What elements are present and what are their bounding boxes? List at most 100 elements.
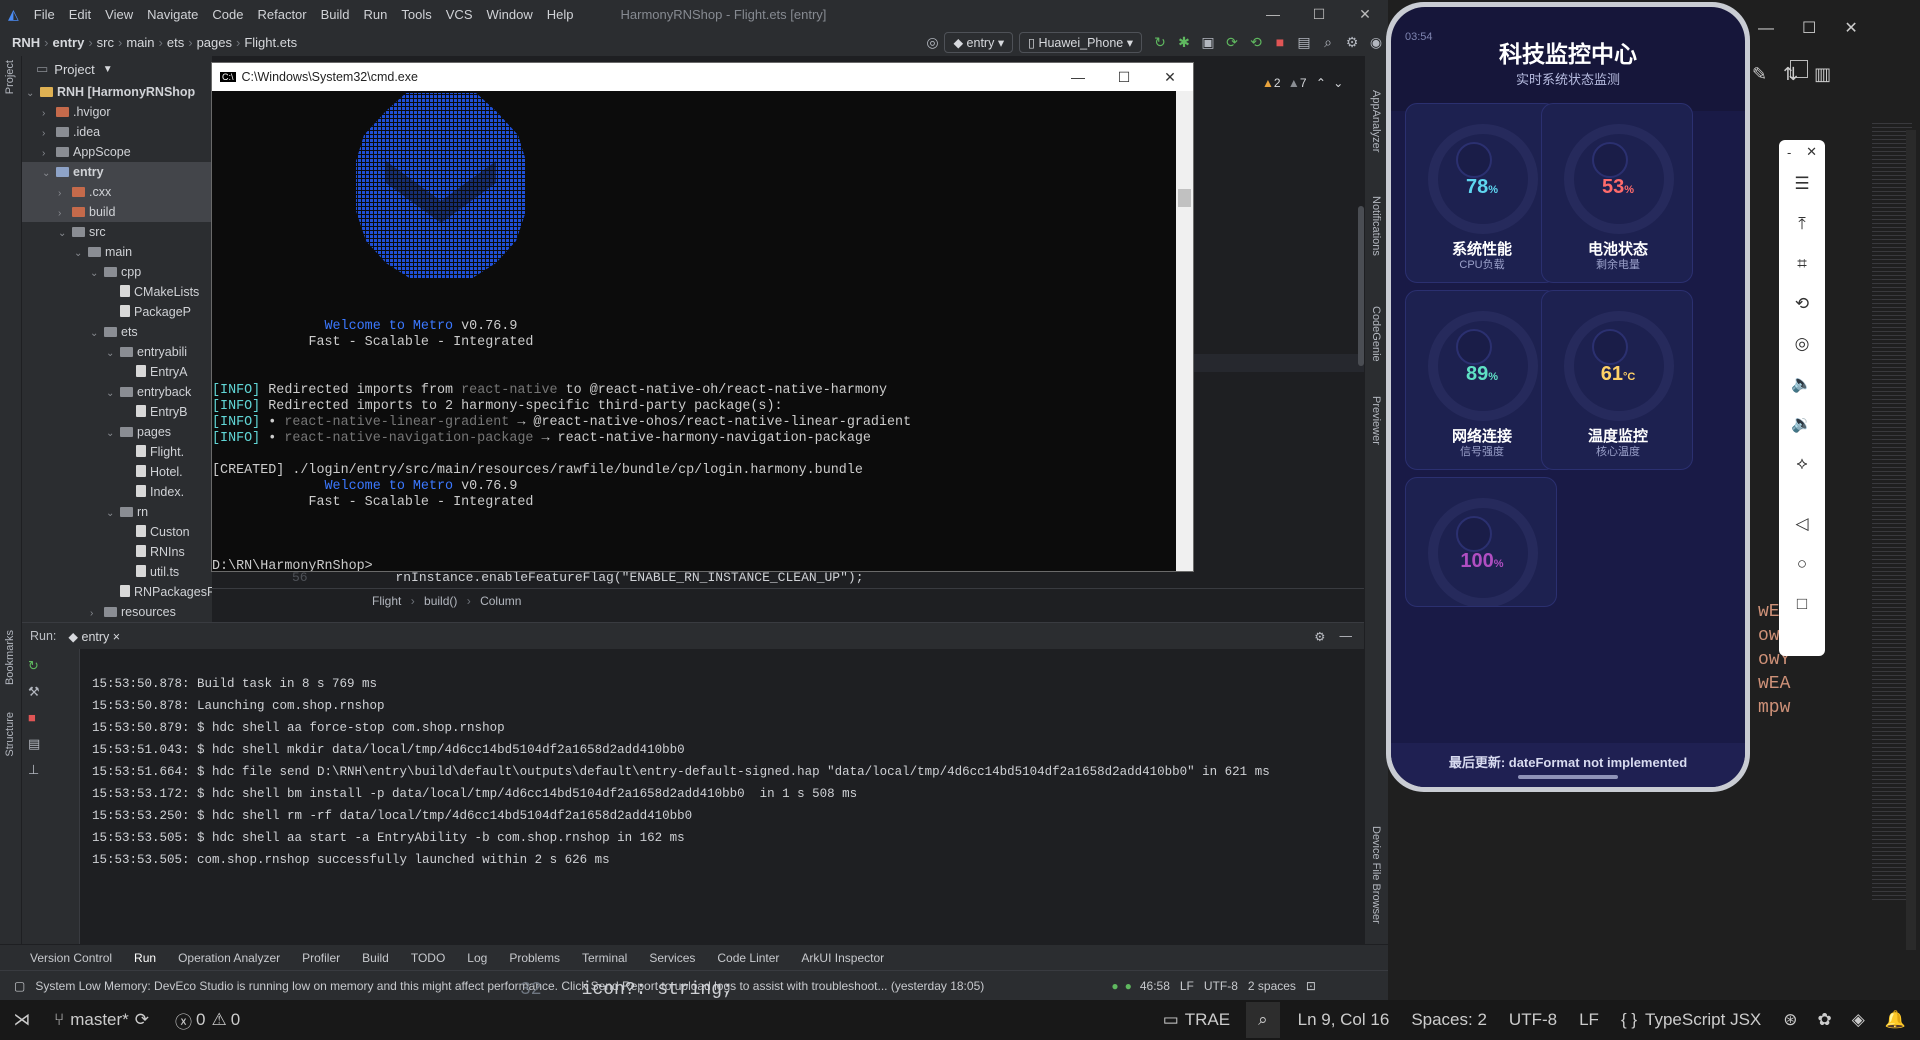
layout-icon[interactable]: ▤	[28, 731, 79, 757]
settings-icon[interactable]: ⚙	[1340, 34, 1364, 51]
menu-tools[interactable]: Tools	[394, 7, 438, 22]
indent-spaces[interactable]: Spaces: 2	[1411, 1010, 1487, 1030]
git-branch[interactable]: master*	[70, 1010, 129, 1030]
tree-item[interactable]: EntryB	[22, 402, 212, 422]
error-icon[interactable]: ⓧ	[175, 1008, 192, 1033]
close-icon[interactable]: ✕	[1342, 6, 1388, 23]
cursor-position[interactable]: Ln 9, Col 16	[1298, 1010, 1390, 1030]
tree-item[interactable]: ⌄ entryback	[22, 382, 212, 402]
file-encoding[interactable]: UTF-8	[1204, 979, 1238, 993]
tree-item[interactable]: Index.	[22, 482, 212, 502]
chevron-down-icon[interactable]: ▼	[103, 64, 113, 75]
tree-item[interactable]: › build	[22, 202, 212, 222]
tool-device-file-browser[interactable]: Device File Browser	[1370, 826, 1382, 924]
home-indicator[interactable]	[1518, 775, 1618, 779]
tree-item[interactable]: RNPackagesFactory.ets	[22, 582, 212, 602]
tree-item[interactable]: PackageP	[22, 302, 212, 322]
tree-item[interactable]: ⌄ RNH [HarmonyRNShop	[22, 82, 212, 102]
volume-up-icon[interactable]: 🔈	[1779, 364, 1825, 404]
chevron-up-icon[interactable]: ⌃	[1316, 76, 1326, 90]
bottom-tab-terminal[interactable]: Terminal	[582, 951, 627, 965]
tree-item[interactable]: ⌄ entry	[22, 162, 212, 182]
apply-code-icon[interactable]: ⟲	[1244, 34, 1268, 51]
tool-previewer[interactable]: Previewer	[1370, 396, 1382, 445]
chevron-down-icon[interactable]: ⌄	[26, 84, 40, 104]
maximize-icon[interactable]: ☐	[1101, 69, 1147, 86]
tool-notifications[interactable]: Notifications	[1370, 196, 1382, 256]
error-count[interactable]: 0	[196, 1010, 205, 1030]
tree-item[interactable]: util.ts	[22, 562, 212, 582]
tree-item[interactable]: CMakeLists	[22, 282, 212, 302]
close-icon[interactable]: ✕	[1147, 69, 1193, 86]
tree-item[interactable]: › resources	[22, 602, 212, 622]
cmd-scrollbar[interactable]	[1176, 91, 1193, 571]
stop-icon[interactable]: ■	[28, 705, 79, 731]
crumb-flight[interactable]: Flight	[372, 594, 401, 608]
bottom-tab-log[interactable]: Log	[467, 951, 487, 965]
trae-label[interactable]: TRAE	[1185, 1010, 1230, 1030]
bottom-tab-todo[interactable]: TODO	[411, 951, 445, 965]
chevron-down-icon[interactable]: ⌄	[58, 224, 72, 244]
chevron-right-icon[interactable]: ›	[42, 104, 56, 124]
device-manager-icon[interactable]: ▤	[1292, 34, 1316, 51]
tree-item[interactable]: ⌄ pages	[22, 422, 212, 442]
menu-refactor[interactable]: Refactor	[250, 7, 313, 22]
bottom-tab-build[interactable]: Build	[362, 951, 389, 965]
tree-item[interactable]: Custon	[22, 522, 212, 542]
tree-item[interactable]: ⌄ main	[22, 242, 212, 262]
breadcrumb-item[interactable]: entry	[53, 35, 85, 50]
bottom-tab-arkui-inspector[interactable]: ArkUI Inspector	[801, 951, 884, 965]
profile-icon[interactable]: ▣	[1196, 34, 1220, 51]
zoom-icon[interactable]: ⌕	[1246, 1002, 1280, 1038]
stop-icon[interactable]: ■	[1268, 34, 1292, 50]
menu-file[interactable]: File	[27, 7, 62, 22]
chevron-right-icon[interactable]: ›	[42, 124, 56, 144]
metric-card[interactable]: 78% 系统性能 CPU负载	[1405, 103, 1557, 283]
menu-vcs[interactable]: VCS	[439, 7, 480, 22]
chevron-down-icon[interactable]: ⌄	[1333, 76, 1343, 90]
bottom-tab-operation-analyzer[interactable]: Operation Analyzer	[178, 951, 280, 965]
bottom-tab-version-control[interactable]: Version Control	[30, 951, 112, 965]
tree-item[interactable]: EntryA	[22, 362, 212, 382]
menu-edit[interactable]: Edit	[62, 7, 98, 22]
chevron-down-icon[interactable]: ⌄	[42, 164, 56, 184]
tool-appanalyzer[interactable]: AppAnalyzer	[1370, 90, 1382, 152]
debug-icon[interactable]: ✱	[1172, 34, 1196, 51]
cmd-output[interactable]: Welcome to Metro v0.76.9 Fast - Scalable…	[212, 91, 1178, 571]
tree-item[interactable]: Hotel.	[22, 462, 212, 482]
metric-card[interactable]: 100%	[1405, 477, 1557, 607]
tree-item[interactable]: ⌄ rn	[22, 502, 212, 522]
tree-item[interactable]: ⌄ cpp	[22, 262, 212, 282]
warning-count[interactable]: 0	[231, 1010, 240, 1030]
bottom-tab-profiler[interactable]: Profiler	[302, 951, 340, 965]
minimize-icon[interactable]: —	[1055, 69, 1101, 85]
notifications-icon[interactable]: 🔔	[1885, 1010, 1906, 1030]
project-title[interactable]: Project	[54, 62, 94, 77]
extension-icon[interactable]: ✿	[1818, 1010, 1832, 1030]
pin-icon[interactable]: ⊥	[28, 757, 79, 783]
breadcrumb-item[interactable]: Flight.ets	[244, 35, 297, 50]
language-mode[interactable]: TypeScript JSX	[1645, 1010, 1761, 1030]
caret-position[interactable]: 46:58	[1140, 979, 1170, 993]
chevron-down-icon[interactable]: ⌄	[106, 424, 120, 444]
tree-item[interactable]: ⌄ entryabili	[22, 342, 212, 362]
recents-icon[interactable]: □	[1779, 584, 1825, 624]
remote-icon[interactable]: ⋊	[0, 1010, 44, 1030]
window-controls[interactable]: —☐✕	[1758, 18, 1886, 38]
tree-item[interactable]: ⌄ ets	[22, 322, 212, 342]
chevron-down-icon[interactable]: ⌄	[106, 504, 120, 524]
bottom-tab-run[interactable]: Run	[134, 951, 156, 965]
editor-actions[interactable]: ✎⇅▥	[1752, 64, 1847, 85]
crop-icon[interactable]: ⌗	[1779, 244, 1825, 284]
close-icon[interactable]: ✕	[1806, 144, 1817, 160]
account-icon[interactable]: ◉	[1364, 34, 1388, 51]
breadcrumb-item[interactable]: pages	[197, 35, 232, 50]
wrench-icon[interactable]: ⚒	[28, 679, 79, 705]
vscode-scrollbar[interactable]	[1906, 130, 1916, 950]
home-icon[interactable]: ○	[1779, 544, 1825, 584]
chevron-right-icon[interactable]: ›	[90, 604, 104, 624]
encoding[interactable]: UTF-8	[1509, 1010, 1557, 1030]
breadcrumb-item[interactable]: main	[126, 35, 154, 50]
menu-icon[interactable]: ☰	[1779, 164, 1825, 204]
menu-window[interactable]: Window	[480, 7, 540, 22]
